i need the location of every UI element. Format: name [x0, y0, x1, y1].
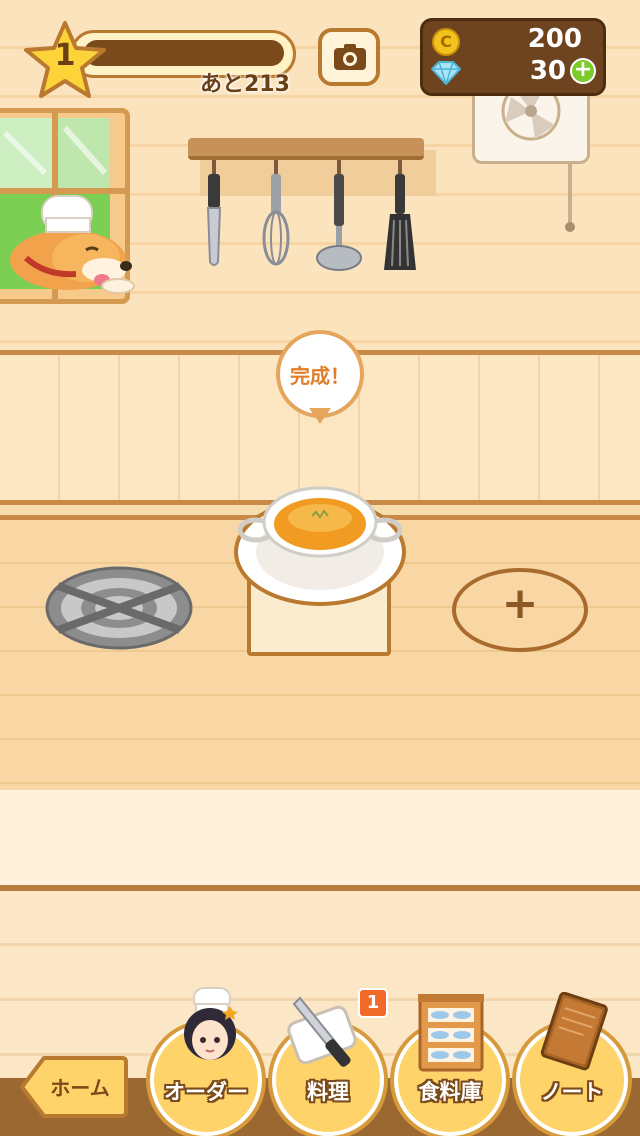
order-button-label: オーダー [164, 1080, 248, 1104]
pantry-button-label: 食料庫 [418, 1080, 482, 1104]
home-button-label: ホーム [50, 1076, 110, 1100]
add-slot-plus-icon: + [501, 578, 539, 629]
chef-girl-icon [184, 987, 238, 1060]
add-gems-button[interactable]: + [570, 58, 596, 84]
completed-text: 完成！ [290, 364, 350, 388]
camera-icon [334, 44, 366, 70]
recipe-book-icon [540, 992, 608, 1071]
camera-button[interactable] [318, 28, 380, 86]
xp-remaining-text: あと213 [200, 72, 290, 97]
soup-dish[interactable] [234, 478, 406, 608]
counter-front [0, 790, 640, 891]
fan-cord-handle[interactable] [565, 222, 575, 232]
utensil-rack [188, 138, 424, 160]
xp-bar-fill [84, 40, 284, 66]
hanging-utensils [206, 160, 416, 271]
bubble-tail [309, 408, 331, 424]
pantry-shelf-icon [418, 994, 484, 1072]
coin-count: 200 [527, 24, 582, 54]
cooking-notification-badge: 1 [358, 988, 388, 1018]
cooking-button-label: 料理 [307, 1080, 349, 1104]
stove-burner-icon[interactable] [44, 564, 194, 652]
diamond-icon [431, 61, 461, 85]
gem-count: 30 [529, 56, 566, 86]
note-button-label: ノート [540, 1080, 604, 1104]
shiba-chef-dog[interactable] [6, 188, 138, 300]
level-number: 1 [54, 38, 76, 73]
coin-icon: C [432, 28, 460, 56]
fan-cord[interactable] [568, 162, 572, 228]
